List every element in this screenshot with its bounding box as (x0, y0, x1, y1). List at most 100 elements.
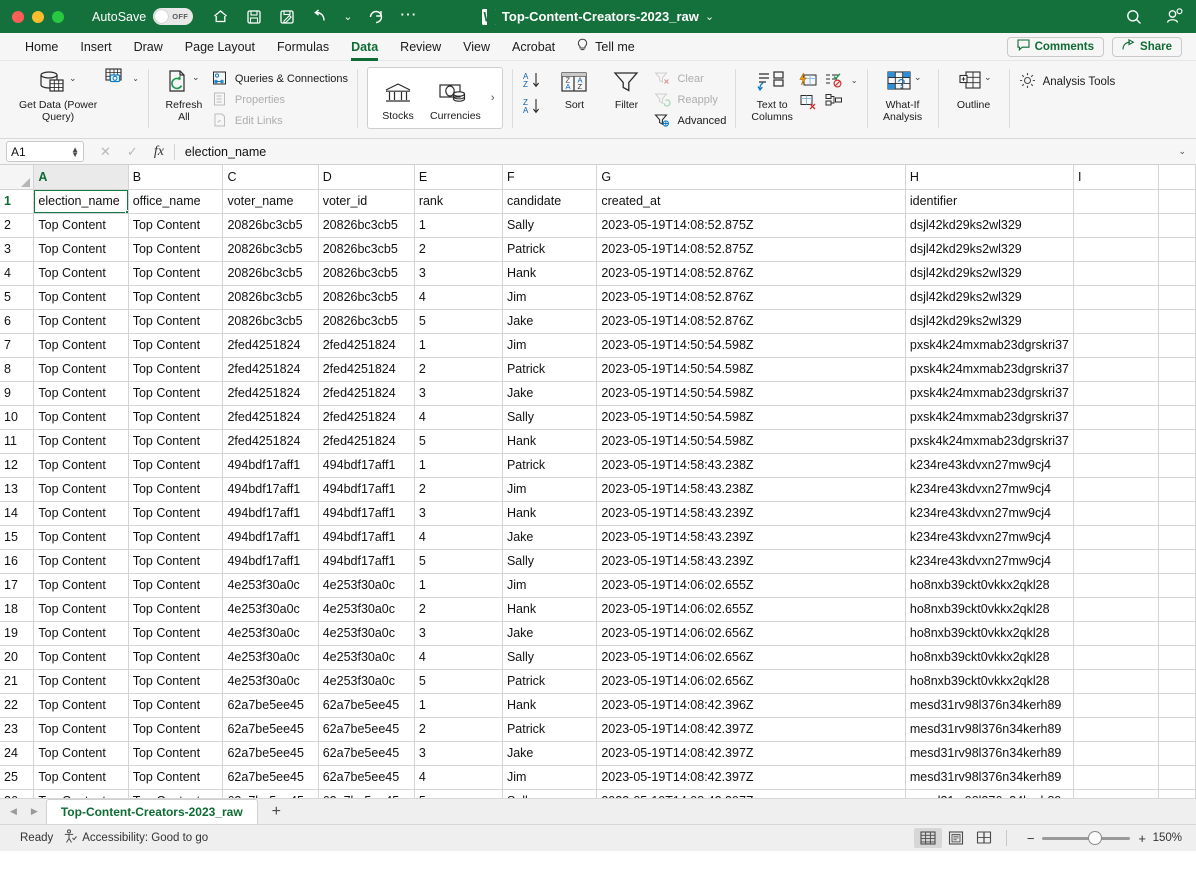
grid-cell-D22[interactable]: 62a7be5ee45 (318, 693, 415, 718)
grid-cell-F19[interactable]: Jake (502, 621, 598, 646)
grid-cell-H22[interactable]: mesd31rv98l376n34kerh89 (905, 693, 1074, 718)
grid-cell-G1[interactable]: created_at (596, 189, 906, 214)
grid-cell-E1[interactable]: rank (414, 189, 503, 214)
grid-cell-G5[interactable]: 2023-05-19T14:08:52.876Z (596, 285, 906, 310)
grid-cell-F5[interactable]: Jim (502, 285, 598, 310)
grid-cell-A20[interactable]: Top Content (33, 645, 129, 670)
page-layout-view-icon[interactable] (942, 828, 970, 848)
grid-cell-G26[interactable]: 2023-05-19T14:08:42.397Z (596, 789, 906, 798)
zoom-out-button[interactable]: − (1027, 831, 1035, 846)
row-header[interactable]: 19 (0, 621, 35, 646)
grid-cell-H19[interactable]: ho8nxb39ckt0vkkx2qkl28 (905, 621, 1074, 646)
grid-cell-F11[interactable]: Hank (502, 429, 598, 454)
grid-cell-overflow[interactable] (1158, 429, 1196, 454)
grid-cell-H8[interactable]: pxsk4k24mxmab23dgrskri37 (905, 357, 1074, 382)
grid-cell-H2[interactable]: dsjl42kd29ks2wl329 (905, 213, 1074, 238)
grid-cell-H5[interactable]: dsjl42kd29ks2wl329 (905, 285, 1074, 310)
table-row[interactable]: 17 Top Content Top Content 4e253f30a0c 4e253… (0, 573, 1196, 598)
grid-cell-H21[interactable]: ho8nxb39ckt0vkkx2qkl28 (905, 669, 1074, 694)
grid-cell-B22[interactable]: Top Content (128, 693, 224, 718)
advanced-filter-button[interactable]: Advanced (652, 111, 726, 130)
grid-cell-E15[interactable]: 4 (414, 525, 503, 550)
grid-cell-H9[interactable]: pxsk4k24mxmab23dgrskri37 (905, 381, 1074, 406)
grid-cell-C5[interactable]: 20826bc3cb5 (222, 285, 319, 310)
row-header[interactable]: 21 (0, 669, 35, 694)
grid-cell-I26[interactable] (1073, 789, 1159, 798)
grid-cell-C9[interactable]: 2fed4251824 (222, 381, 319, 406)
tab-page-layout[interactable]: Page Layout (174, 33, 266, 61)
grid-cell-E17[interactable]: 1 (414, 573, 503, 598)
grid-cell-F13[interactable]: Jim (502, 477, 598, 502)
text-to-columns-button[interactable]: Text to Columns (745, 63, 798, 123)
grid-cell-F15[interactable]: Jake (502, 525, 598, 550)
queries-and-connections-button[interactable]: Queries & Connections (210, 69, 348, 88)
table-row[interactable]: 3 Top Content Top Content 20826bc3cb5 20826b… (0, 237, 1196, 262)
grid-cell-D12[interactable]: 494bdf17aff1 (318, 453, 415, 478)
page-break-view-icon[interactable] (970, 828, 998, 848)
grid-cell-G9[interactable]: 2023-05-19T14:50:54.598Z (596, 381, 906, 406)
save-icon[interactable] (244, 7, 263, 26)
data-validation-icon[interactable] (824, 71, 844, 90)
grid-cell-G8[interactable]: 2023-05-19T14:50:54.598Z (596, 357, 906, 382)
grid-cell-overflow[interactable] (1158, 525, 1196, 550)
grid-cell-H20[interactable]: ho8nxb39ckt0vkkx2qkl28 (905, 645, 1074, 670)
analysis-tools-button[interactable]: Analysis Tools (1019, 63, 1115, 92)
grid-cell-D1[interactable]: voter_id (318, 189, 415, 214)
grid-cell-I23[interactable] (1073, 717, 1159, 742)
grid-cell-I13[interactable] (1073, 477, 1159, 502)
grid-cell-H4[interactable]: dsjl42kd29ks2wl329 (905, 261, 1074, 286)
grid-cell-E24[interactable]: 3 (414, 741, 503, 766)
grid-cell-D2[interactable]: 20826bc3cb5 (318, 213, 415, 238)
grid-cell-C24[interactable]: 62a7be5ee45 (222, 741, 319, 766)
grid-cell-C7[interactable]: 2fed4251824 (222, 333, 319, 358)
row-header[interactable]: 18 (0, 597, 35, 622)
row-header[interactable]: 13 (0, 477, 35, 502)
grid-cell-H13[interactable]: k234re43kdvxn27mw9cj4 (905, 477, 1074, 502)
grid-cell-B1[interactable]: office_name (128, 189, 224, 214)
grid-cell-B6[interactable]: Top Content (128, 309, 224, 334)
grid-cell-H7[interactable]: pxsk4k24mxmab23dgrskri37 (905, 333, 1074, 358)
autosave-control[interactable]: AutoSave OFF (92, 8, 194, 25)
grid-cell-H12[interactable]: k234re43kdvxn27mw9cj4 (905, 453, 1074, 478)
comments-button[interactable]: Comments (1006, 36, 1105, 57)
grid-cell-C1[interactable]: voter_name (222, 189, 319, 214)
grid-cell-E13[interactable]: 2 (414, 477, 503, 502)
tab-insert[interactable]: Insert (69, 33, 122, 61)
accessibility-status[interactable]: Accessibility: Good to go (63, 829, 208, 847)
grid-cell-G13[interactable]: 2023-05-19T14:58:43.238Z (596, 477, 906, 502)
table-row[interactable]: 19 Top Content Top Content 4e253f30a0c 4e253… (0, 621, 1196, 646)
column-header-G[interactable]: G (596, 165, 906, 190)
grid-cell-overflow[interactable] (1158, 261, 1196, 286)
grid-cell-B7[interactable]: Top Content (128, 333, 224, 358)
grid-cell-B26[interactable]: Top Content (128, 789, 224, 798)
insert-function-icon[interactable]: fx (154, 144, 164, 160)
grid-cell-C13[interactable]: 494bdf17aff1 (222, 477, 319, 502)
grid-cell-E21[interactable]: 5 (414, 669, 503, 694)
grid-cell-B23[interactable]: Top Content (128, 717, 224, 742)
row-header[interactable]: 8 (0, 357, 35, 382)
more-commands-icon[interactable]: ⋯ (399, 6, 417, 23)
grid-cell-G22[interactable]: 2023-05-19T14:08:42.396Z (596, 693, 906, 718)
grid-cell-C3[interactable]: 20826bc3cb5 (222, 237, 319, 262)
grid-cell-I17[interactable] (1073, 573, 1159, 598)
grid-cell-F2[interactable]: Sally (502, 213, 598, 238)
table-row[interactable]: 1 election_name office_name voter_name voter… (0, 189, 1196, 214)
grid-cell-E11[interactable]: 5 (414, 429, 503, 454)
data-types-gallery[interactable]: Stocks Currencies › (367, 67, 504, 129)
table-row[interactable]: 18 Top Content Top Content 4e253f30a0c 4e253… (0, 597, 1196, 622)
formula-expand-caret-icon[interactable]: ⌄ (1178, 146, 1196, 157)
grid-cell-D25[interactable]: 62a7be5ee45 (318, 765, 415, 790)
grid-cell-D24[interactable]: 62a7be5ee45 (318, 741, 415, 766)
tell-me-box[interactable]: Tell me (576, 38, 635, 56)
grid-cell-G19[interactable]: 2023-05-19T14:06:02.656Z (596, 621, 906, 646)
grid-cell-C21[interactable]: 4e253f30a0c (222, 669, 319, 694)
row-header[interactable]: 9 (0, 381, 35, 406)
grid-cell-E6[interactable]: 5 (414, 309, 503, 334)
flash-fill-icon[interactable] (799, 71, 819, 90)
grid-cell-B24[interactable]: Top Content (128, 741, 224, 766)
row-header[interactable]: 15 (0, 525, 35, 550)
grid-cell-F12[interactable]: Patrick (502, 453, 598, 478)
grid-cell-F23[interactable]: Patrick (502, 717, 598, 742)
grid-cell-A4[interactable]: Top Content (33, 261, 129, 286)
grid-cell-F10[interactable]: Sally (502, 405, 598, 430)
